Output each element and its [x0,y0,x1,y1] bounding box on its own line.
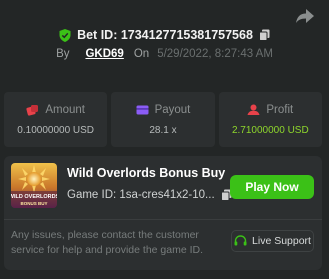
share-icon[interactable] [295,8,315,24]
profit-icon [247,104,260,115]
username-link[interactable]: GKD69 [85,48,123,60]
on-label: On [133,48,150,60]
stat-profit: Profit 2.71000000 USD [218,92,322,147]
bet-datetime: 5/29/2022, 8:27:43 AM [157,48,273,60]
bet-header: Bet ID: 1734127715381757568 By GKD69 On … [0,28,329,60]
stat-amount-label: Amount [45,103,85,116]
help-text: Any issues, please contact the customer … [11,229,204,256]
bet-id: Bet ID: 1734127715381757568 [77,28,253,42]
stat-payout-value: 28.1 x [149,124,177,136]
live-support-button[interactable]: Live Support [231,230,314,252]
play-now-button[interactable]: Play Now [230,175,314,199]
stat-payout-label: Payout [154,103,191,116]
stat-profit-value: 2.71000000 USD [231,124,309,136]
verified-shield-icon [59,28,71,42]
live-support-label: Live Support [252,235,311,247]
divider [4,219,322,220]
headset-icon [234,235,247,246]
thumbnail-title-line1: WILD OVERLORDS [11,194,57,200]
game-title[interactable]: Wild Overlords Bonus Buy [67,166,225,180]
stat-profit-label: Profit [266,103,294,116]
dice-icon [26,104,39,116]
stat-amount: Amount 0.10000000 USD [4,92,108,147]
thumbnail-title-line2: BONUS BUY [20,201,47,206]
copy-bet-id-icon[interactable] [258,29,270,41]
game-thumbnail[interactable]: WILD OVERLORDS BONUS BUY [11,163,57,208]
game-card: WILD OVERLORDS BONUS BUY Wild Overlords … [4,156,322,270]
stat-payout: Payout 28.1 x [111,92,215,147]
bet-stats: Amount 0.10000000 USD Payout 28.1 x Prof… [4,92,322,147]
by-label: By [56,48,70,60]
game-id: Game ID: 1sa-cres41x2-10... [67,189,215,201]
card-icon [136,105,149,114]
stat-amount-value: 0.10000000 USD [17,124,95,136]
